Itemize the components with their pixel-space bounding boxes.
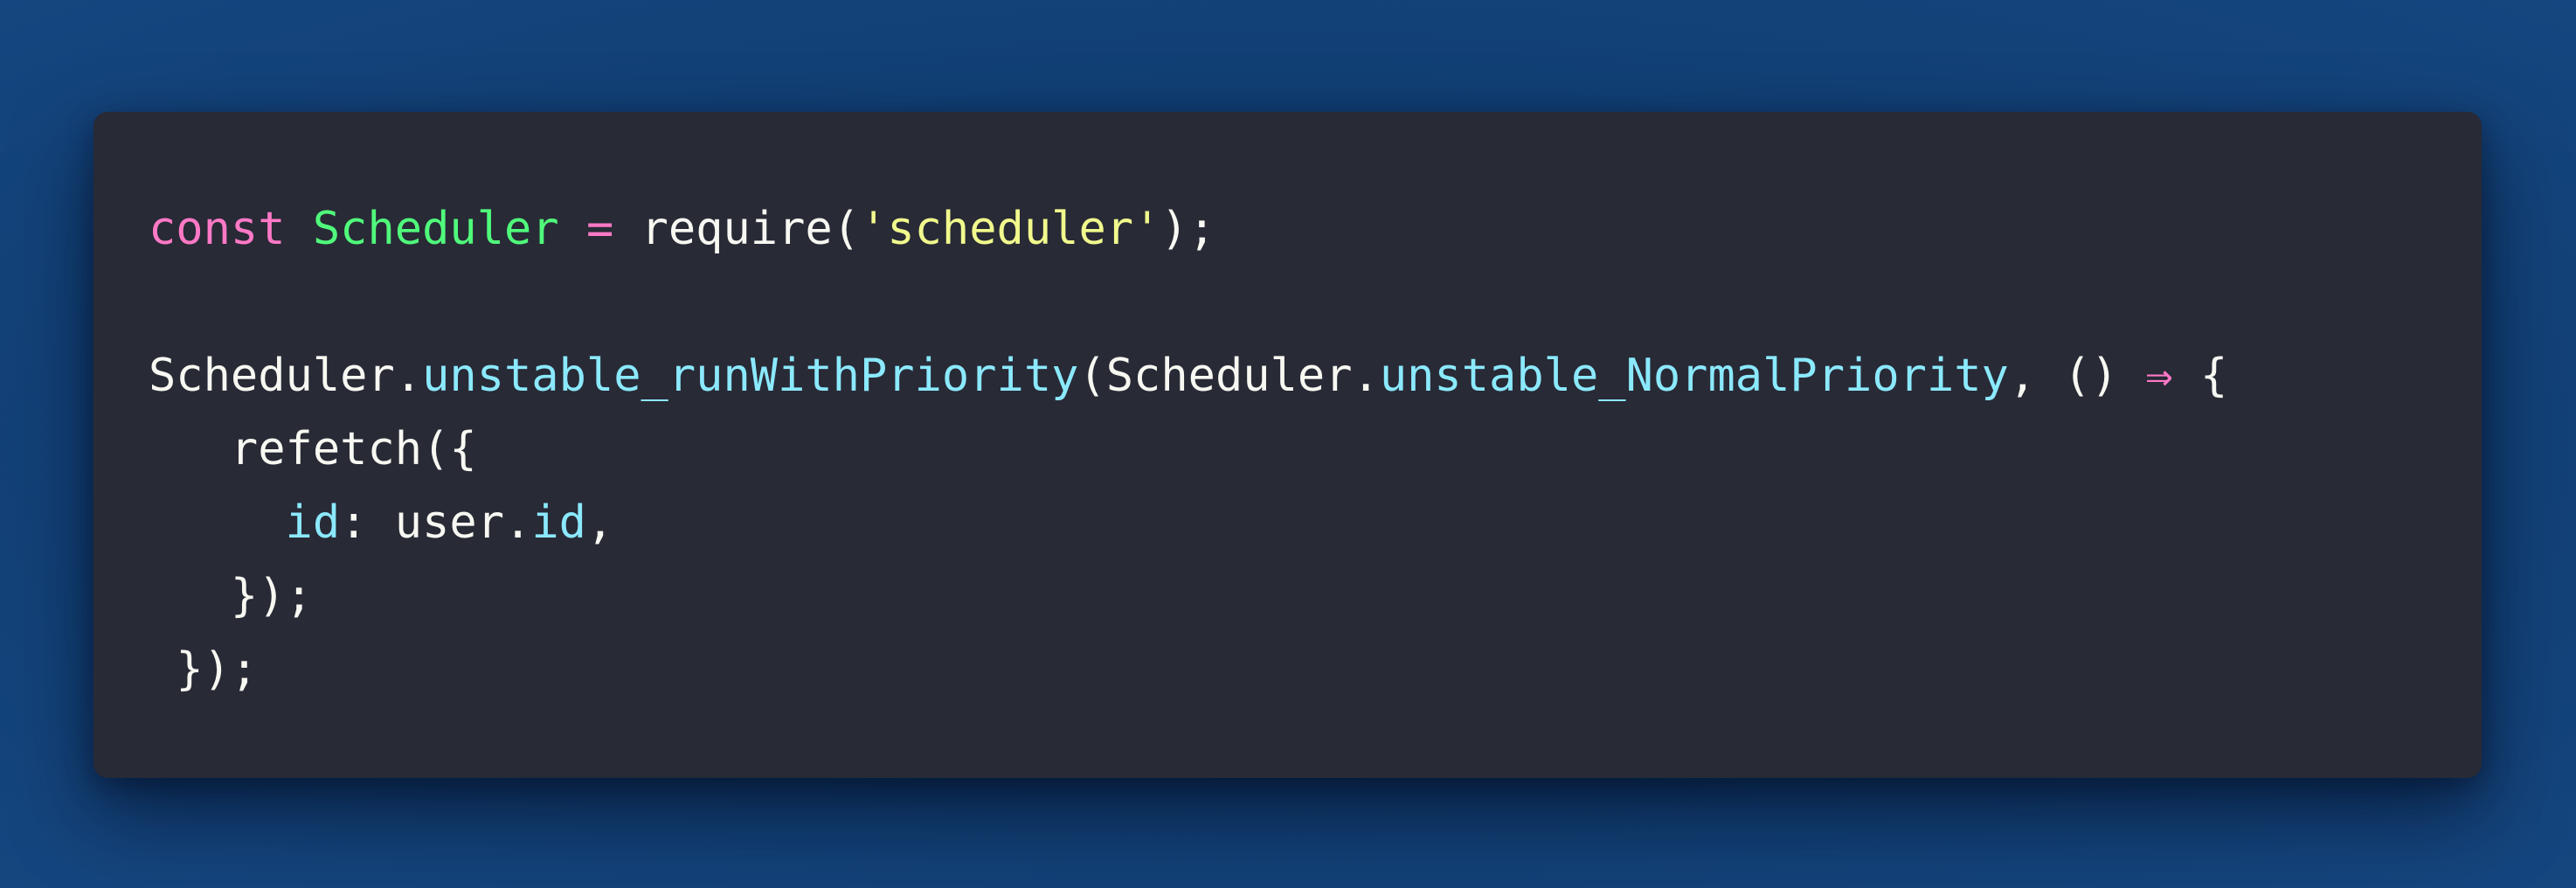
user-ref: : user. — [340, 496, 532, 549]
method-run-with-priority: unstable_runWithPriority — [422, 350, 1079, 402]
arrow-operator: ⇒ — [2145, 350, 2173, 402]
code-line-1: const Scheduler = require('scheduler'); — [149, 192, 2227, 266]
code-line-4: refetch({ — [149, 413, 2227, 486]
keyword-const: const — [149, 203, 286, 255]
statement-end: ); — [1160, 203, 1216, 255]
code-line-5: id: user.id, — [149, 486, 2227, 559]
close-callback: }); — [176, 643, 259, 696]
arrow-params: , () — [2008, 350, 2146, 402]
open-brace: { — [2172, 350, 2228, 402]
comma: , — [585, 496, 614, 549]
string-scheduler: 'scheduler' — [860, 203, 1161, 255]
code-line-6: }); — [149, 559, 2227, 633]
require-call: require( — [641, 203, 861, 255]
code-line-3: Scheduler.unstable_runWithPriority(Sched… — [149, 339, 2227, 413]
code-block: const Scheduler = require('scheduler'); … — [149, 192, 2227, 706]
scheduler-object-arg: (Scheduler. — [1078, 350, 1380, 402]
key-id: id — [285, 496, 341, 549]
operator-equals: = — [585, 203, 614, 255]
refetch-call: refetch({ — [230, 423, 477, 475]
property-id: id — [531, 496, 586, 549]
code-window: const Scheduler = require('scheduler'); … — [93, 112, 2482, 778]
identifier-scheduler: Scheduler — [312, 203, 559, 255]
close-refetch: }); — [230, 570, 313, 622]
property-normal-priority: unstable_NormalPriority — [1379, 350, 2009, 402]
code-line-7: }); — [149, 633, 2227, 706]
scheduler-object: Scheduler. — [149, 350, 423, 402]
